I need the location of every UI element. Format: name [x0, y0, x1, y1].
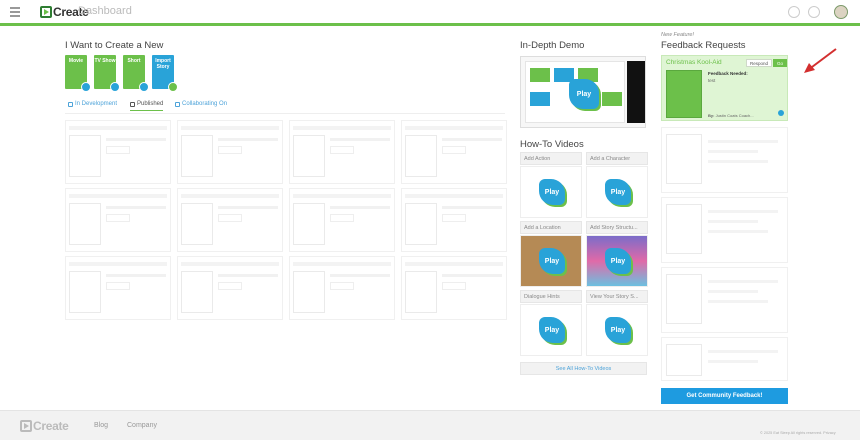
video-dialogue-hints[interactable]: Play: [520, 304, 582, 356]
clock-icon: [68, 101, 73, 107]
video-add-location[interactable]: Play: [520, 235, 582, 287]
footer-link-blog[interactable]: Blog: [94, 422, 108, 429]
project-card[interactable]: [65, 188, 171, 252]
play-icon: [139, 82, 149, 92]
menu-icon[interactable]: [10, 7, 20, 17]
avatar[interactable]: [834, 5, 848, 19]
demo-title: In-Depth Demo: [520, 40, 585, 51]
project-card[interactable]: [401, 120, 507, 184]
feedback-placeholder-card: [661, 127, 788, 193]
demo-play-button[interactable]: Play: [569, 79, 599, 109]
page-title: Dashboard: [78, 5, 132, 17]
respond-button[interactable]: Respond: [746, 59, 773, 67]
document-icon: [130, 101, 135, 107]
play-icon: [81, 82, 91, 92]
tile-label: Short: [127, 58, 141, 64]
footer-link-company[interactable]: Company: [127, 422, 157, 429]
tile-label: Movie: [68, 58, 84, 64]
play-icon: [168, 82, 178, 92]
project-card[interactable]: [289, 188, 395, 252]
get-community-feedback-button[interactable]: Get Community Feedback!: [661, 388, 788, 404]
play-icon: [110, 82, 120, 92]
presenter-thumbnail: [627, 61, 645, 123]
video-add-character[interactable]: Play: [586, 166, 648, 218]
feedback-placeholder-card: [661, 337, 788, 381]
feedback-story-title[interactable]: Christmas Kool-Aid: [666, 59, 722, 66]
video-title[interactable]: View Your Story S...: [586, 290, 648, 303]
feedback-thumbnail: [666, 70, 702, 118]
play-button[interactable]: Play: [539, 317, 565, 343]
feedback-needed-label: Feedback Needed:: [708, 71, 748, 76]
video-add-story-structure[interactable]: Play: [586, 235, 648, 287]
video-title[interactable]: Add Action: [520, 152, 582, 165]
project-card[interactable]: [401, 256, 507, 320]
create-tv-show-button[interactable]: TV Show: [94, 55, 120, 92]
feedback-authors: By: Justin Coats Coach...: [708, 113, 754, 118]
create-section-title: I Want to Create a New: [65, 40, 164, 51]
video-add-action[interactable]: Play: [520, 166, 582, 218]
video-title[interactable]: Dialogue Hints: [520, 290, 582, 303]
tab-published[interactable]: Published: [130, 101, 164, 111]
project-card[interactable]: [177, 120, 283, 184]
tile-label: TV Show: [94, 58, 116, 64]
demo-video[interactable]: Play: [520, 56, 646, 128]
project-card[interactable]: [177, 256, 283, 320]
video-title[interactable]: Add a Location: [520, 221, 582, 234]
feedback-request-card[interactable]: Christmas Kool-Aid Respond Go Feedback N…: [661, 55, 788, 121]
play-button[interactable]: Play: [605, 317, 631, 343]
top-bar: Create Dashboard: [0, 0, 860, 26]
footer-logo[interactable]: Create: [20, 419, 69, 433]
create-movie-button[interactable]: Movie: [65, 55, 91, 92]
play-button[interactable]: Play: [539, 179, 565, 205]
project-card[interactable]: [289, 256, 395, 320]
tile-label: Import Story: [155, 58, 171, 70]
video-title[interactable]: Add Story Structu...: [586, 221, 648, 234]
project-tabs: In Development Published Collaborating O…: [65, 100, 505, 114]
project-card[interactable]: [65, 120, 171, 184]
tab-collaborating-on[interactable]: Collaborating On: [175, 101, 227, 107]
tab-in-development[interactable]: In Development: [68, 101, 117, 107]
video-view-story[interactable]: Play: [586, 304, 648, 356]
play-button[interactable]: Play: [539, 248, 565, 274]
arrow-annotation-icon: [804, 48, 837, 73]
project-card[interactable]: [177, 188, 283, 252]
logo-mark-icon: [20, 420, 32, 432]
import-story-button[interactable]: Import Story: [152, 55, 178, 92]
footer: Create Blog Company © 2025 Eat Sleep All…: [0, 410, 860, 440]
feedback-placeholder-card: [661, 267, 788, 333]
create-short-button[interactable]: Short: [123, 55, 149, 92]
go-button[interactable]: Go: [773, 59, 788, 67]
new-feature-label: New Feature!: [661, 32, 695, 38]
video-title[interactable]: Add a Character: [586, 152, 648, 165]
feedback-text: test: [708, 78, 716, 83]
settings-icon[interactable]: [808, 6, 820, 18]
project-card[interactable]: [289, 120, 395, 184]
project-card[interactable]: [65, 256, 171, 320]
play-button[interactable]: Play: [605, 179, 631, 205]
see-all-videos-link[interactable]: See All How-To Videos: [520, 362, 647, 375]
project-grid: [65, 116, 507, 320]
people-icon: [175, 101, 180, 107]
play-button[interactable]: Play: [605, 248, 631, 274]
feedback-title: Feedback Requests: [661, 40, 746, 51]
logo-mark-icon: [40, 6, 52, 18]
notifications-icon[interactable]: [788, 6, 800, 18]
info-icon[interactable]: [778, 110, 784, 116]
feedback-placeholder-card: [661, 197, 788, 263]
project-card[interactable]: [401, 188, 507, 252]
howto-title: How-To Videos: [520, 139, 584, 150]
copyright-text: © 2025 Eat Sleep All rights reserved. Pr…: [760, 431, 836, 435]
